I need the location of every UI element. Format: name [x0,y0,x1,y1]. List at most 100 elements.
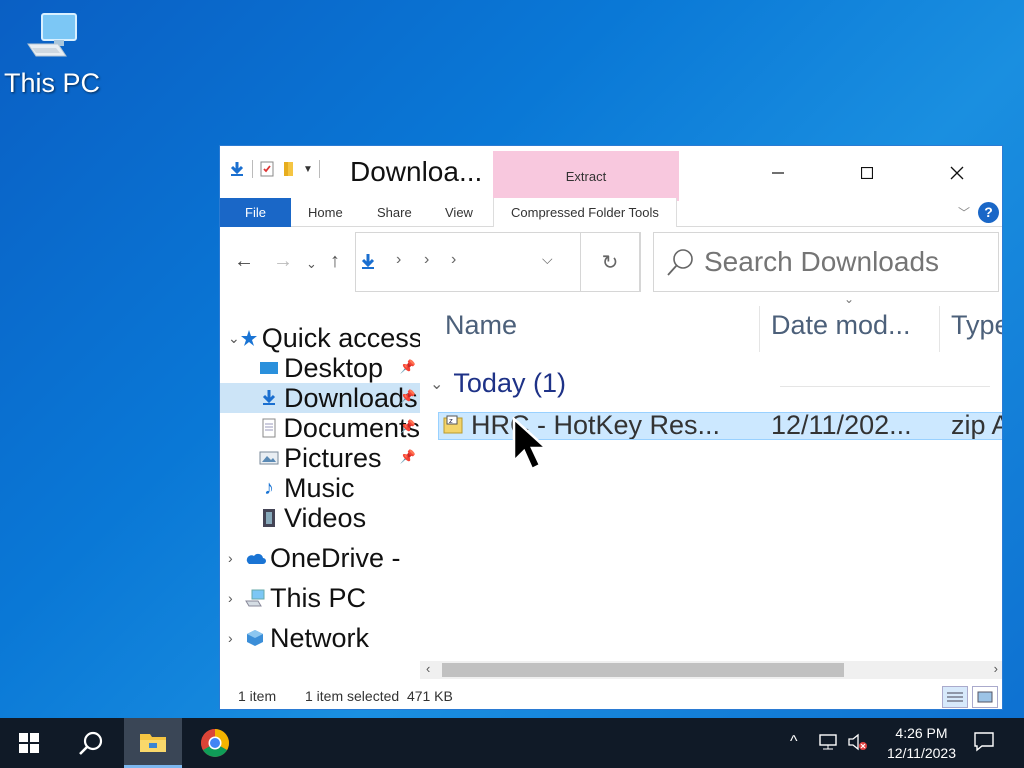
nav-item-label: Videos [284,502,367,533]
group-divider [780,386,990,387]
help-icon[interactable]: ? [978,202,999,223]
minimize-button[interactable] [755,156,801,190]
tab-view[interactable]: View [445,198,473,227]
file-explorer-window: ▼ Downloa... Extract File Home Share Vie… [219,145,1003,710]
onedrive-icon [244,547,266,569]
back-arrow-icon[interactable]: ← [234,250,254,273]
nav-item-network[interactable]: › Network [220,623,420,653]
collapse-ribbon-icon[interactable]: ﹀ [958,204,970,221]
pin-icon: 📌 [399,359,416,374]
address-dropdown-icon[interactable]: ⌵ [542,251,553,268]
music-icon: ♪ [264,476,274,499]
star-icon [240,327,258,349]
scrollbar-thumb[interactable] [442,663,844,677]
window-title: Downloa... [350,156,483,187]
tab-file[interactable]: File [220,198,291,227]
volume-muted-icon[interactable] [847,733,869,751]
tab-compressed-folder-tools[interactable]: Compressed Folder Tools [493,198,677,227]
forward-arrow-icon[interactable]: → [273,250,293,273]
collapsed-chevron-icon[interactable]: › [228,550,244,566]
nav-item-onedrive[interactable]: › OneDrive - [220,543,420,573]
tab-home[interactable]: Home [308,198,343,227]
file-list: ⌄ Name Date mod... Type ⌄ Today (1) z HR… [420,300,1002,660]
new-folder-icon[interactable] [281,160,297,178]
pin-icon: 📌 [399,449,416,464]
nav-item-music[interactable]: ♪ Music [220,473,420,503]
group-chevron-icon[interactable]: ⌄ [430,374,443,394]
search-input[interactable] [704,246,994,278]
show-hidden-icons-icon[interactable]: ^ [790,733,798,751]
scroll-left-icon[interactable]: ‹ [426,661,430,676]
nav-item-label: OneDrive - [270,542,401,573]
collapsed-chevron-icon[interactable]: › [228,630,244,646]
desktop-icon-this-pc[interactable]: This PC [2,10,102,99]
ribbon-tabs: File Home Share View Compressed Folder T… [220,198,1002,227]
clock-date: 12/11/2023 [886,745,956,761]
column-divider[interactable] [759,306,760,352]
nav-item-quick-access[interactable]: ⌄ Quick access [220,323,420,353]
details-view-button[interactable] [942,686,968,708]
start-button[interactable] [0,718,58,768]
search-button[interactable] [62,718,120,768]
close-button[interactable] [934,156,980,190]
nav-item-label: Music [284,472,355,503]
pictures-icon [258,447,280,469]
column-header-date-modified[interactable]: Date mod... [771,300,911,350]
up-arrow-icon[interactable]: ↑ [330,250,340,273]
refresh-button[interactable]: ↻ [580,232,640,292]
nav-item-downloads[interactable]: Downloads 📌 [220,383,420,413]
nav-item-videos[interactable]: Videos [220,503,420,533]
videos-icon [258,507,280,529]
column-header-type[interactable]: Type [951,300,1002,350]
details-view-icon [947,692,963,702]
downloads-icon [258,387,280,409]
file-name: HRC - HotKey Res... [471,412,721,440]
maximize-button[interactable] [844,156,890,190]
network-status-icon[interactable] [818,733,838,751]
breadcrumb-chevron-icon[interactable]: › [451,251,456,269]
folder-icon [140,733,166,752]
search-icon [667,249,693,276]
download-arrow-icon[interactable] [228,160,246,178]
nav-item-label: Quick access [261,322,420,353]
large-icons-view-button[interactable] [972,686,998,708]
system-clock[interactable]: 4:26 PM 12/11/2023 [887,723,956,763]
tab-share[interactable]: Share [377,198,412,227]
network-icon [244,627,266,649]
group-label: Today (1) [453,368,566,398]
taskbar: ^ 4:26 PM 12/11/2023 [0,718,1024,768]
nav-item-documents[interactable]: Documents 📌 [220,413,420,443]
nav-item-label: This PC [270,582,367,613]
scroll-right-icon[interactable]: › [994,661,998,676]
svg-text:z: z [449,417,453,425]
search-box[interactable] [653,232,999,292]
taskbar-chrome[interactable] [186,718,244,768]
clock-time: 4:26 PM [895,725,948,741]
chrome-icon [201,729,229,757]
contextual-tab-extract[interactable]: Extract [493,151,679,201]
column-divider[interactable] [939,306,940,352]
mouse-cursor-icon [512,417,550,471]
collapsed-chevron-icon[interactable]: › [228,590,244,606]
navigation-pane: ⌄ Quick access Desktop 📌 Downloads 📌 Doc… [220,318,420,658]
title-bar[interactable]: ▼ Downloa... Extract [220,146,1002,201]
nav-item-label: Downloads [284,382,418,413]
nav-item-desktop[interactable]: Desktop 📌 [220,353,420,383]
breadcrumb-chevron-icon[interactable]: › [424,251,429,269]
customize-toolbar-icon[interactable]: ▼ [303,164,313,175]
expanded-chevron-icon[interactable]: ⌄ [228,330,240,347]
notifications-icon[interactable] [973,731,995,753]
group-header-today[interactable]: ⌄ Today (1) [430,368,566,399]
toolbar-separator [252,160,253,178]
recent-locations-icon[interactable]: ⌄ [306,256,317,272]
breadcrumb-chevron-icon[interactable]: › [396,251,401,269]
column-header-name[interactable]: Name [445,300,517,350]
windows-logo-icon [19,733,39,753]
downloads-location-icon [361,254,375,269]
nav-item-pictures[interactable]: Pictures 📌 [220,443,420,473]
nav-item-this-pc[interactable]: › This PC [220,583,420,613]
properties-icon[interactable] [259,160,275,178]
horizontal-scrollbar[interactable]: ‹ › [420,661,1002,679]
nav-item-label: Desktop [284,352,384,383]
taskbar-file-explorer[interactable] [124,718,182,768]
